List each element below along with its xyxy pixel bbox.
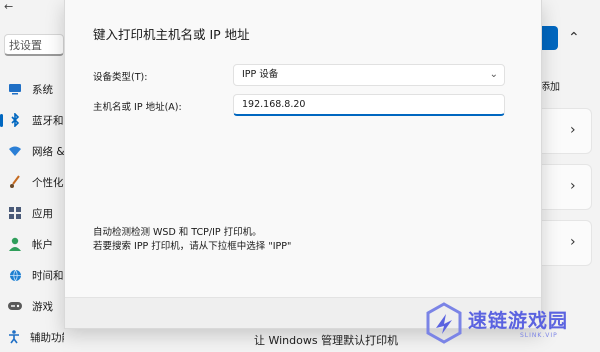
- collapse-chevron-icon[interactable]: ⌃: [568, 30, 580, 46]
- sidebar-item-label: 蓝牙和: [32, 114, 64, 127]
- dialog-title: 键入打印机主机名或 IP 地址: [93, 27, 250, 42]
- hostname-label: 主机名或 IP 地址(A):: [93, 102, 182, 113]
- chevron-right-icon[interactable]: ›: [570, 122, 576, 138]
- back-arrow-icon[interactable]: ←: [4, 0, 13, 13]
- device-type-label: 设备类型(T):: [93, 72, 148, 83]
- default-printer-setting-label: 让 Windows 管理默认打印机: [254, 334, 399, 347]
- monitor-icon: [8, 82, 22, 96]
- brush-icon: [8, 175, 22, 189]
- sidebar-item-network[interactable]: 网络 &: [0, 138, 64, 164]
- add-label[interactable]: 添加: [540, 78, 560, 93]
- sidebar-item-personalization[interactable]: 个性化: [0, 169, 64, 195]
- device-type-value: IPP 设备: [242, 69, 279, 80]
- watermark-text: 速链游戏园: [468, 310, 569, 332]
- sidebar-item-bluetooth[interactable]: 蓝牙和: [0, 107, 64, 133]
- bluetooth-icon: [8, 113, 22, 127]
- sidebar-item-label: 系统: [32, 83, 53, 96]
- watermark-emblem-icon: [426, 302, 462, 344]
- ipp-search-hint: 若要搜索 IPP 打印机，请从下拉框中选择 "IPP": [93, 241, 292, 252]
- add-printer-dialog: 键入打印机主机名或 IP 地址 设备类型(T): IPP 设备 ⌄ 主机名或 I…: [64, 0, 542, 329]
- settings-card[interactable]: [540, 108, 592, 154]
- globe-icon: [8, 268, 22, 282]
- autodetect-hint: 自动检测检测 WSD 和 TCP/IP 打印机。: [93, 227, 262, 238]
- hostname-value: 192.168.8.20: [242, 99, 306, 110]
- sidebar-item-accounts[interactable]: 帐户: [0, 231, 64, 257]
- watermark-subtext: SLINK.VIP: [520, 332, 558, 339]
- sidebar-item-label: 辅助功能: [30, 331, 64, 344]
- sidebar-item-label: 网络 &: [32, 145, 64, 158]
- accessibility-icon: [8, 330, 20, 344]
- chevron-right-icon[interactable]: ›: [570, 178, 576, 194]
- sidebar-item-label: 应用: [32, 207, 53, 220]
- sidebar-item-apps[interactable]: 应用: [0, 200, 64, 226]
- chevron-right-icon[interactable]: ›: [570, 234, 576, 250]
- settings-search-text: 找设置: [9, 39, 42, 52]
- watermark-logo: 速链游戏园 SLINK.VIP: [416, 296, 600, 352]
- apps-icon: [8, 206, 22, 220]
- add-device-button[interactable]: [540, 26, 558, 50]
- sidebar-item-accessibility[interactable]: 辅助功能: [0, 324, 64, 350]
- sidebar-item-system[interactable]: 系统: [0, 76, 64, 102]
- settings-card[interactable]: [540, 220, 592, 266]
- sidebar-item-gaming[interactable]: 游戏: [0, 293, 64, 319]
- device-type-select[interactable]: IPP 设备 ⌄: [233, 64, 505, 86]
- sidebar-item-label: 帐户: [32, 238, 53, 251]
- sidebar-item-label: 游戏: [32, 300, 53, 313]
- sidebar-item-label: 个性化: [32, 176, 64, 189]
- account-icon: [8, 237, 22, 251]
- chevron-down-icon: ⌄: [489, 69, 498, 80]
- gamepad-icon: [8, 299, 22, 313]
- hostname-input[interactable]: 192.168.8.20: [233, 94, 505, 116]
- sidebar-item-label: 时间和: [32, 269, 64, 282]
- settings-card[interactable]: [540, 164, 592, 210]
- settings-search-input[interactable]: 找设置: [4, 34, 64, 56]
- wifi-icon: [8, 144, 22, 158]
- sidebar-item-time-language[interactable]: 时间和: [0, 262, 64, 288]
